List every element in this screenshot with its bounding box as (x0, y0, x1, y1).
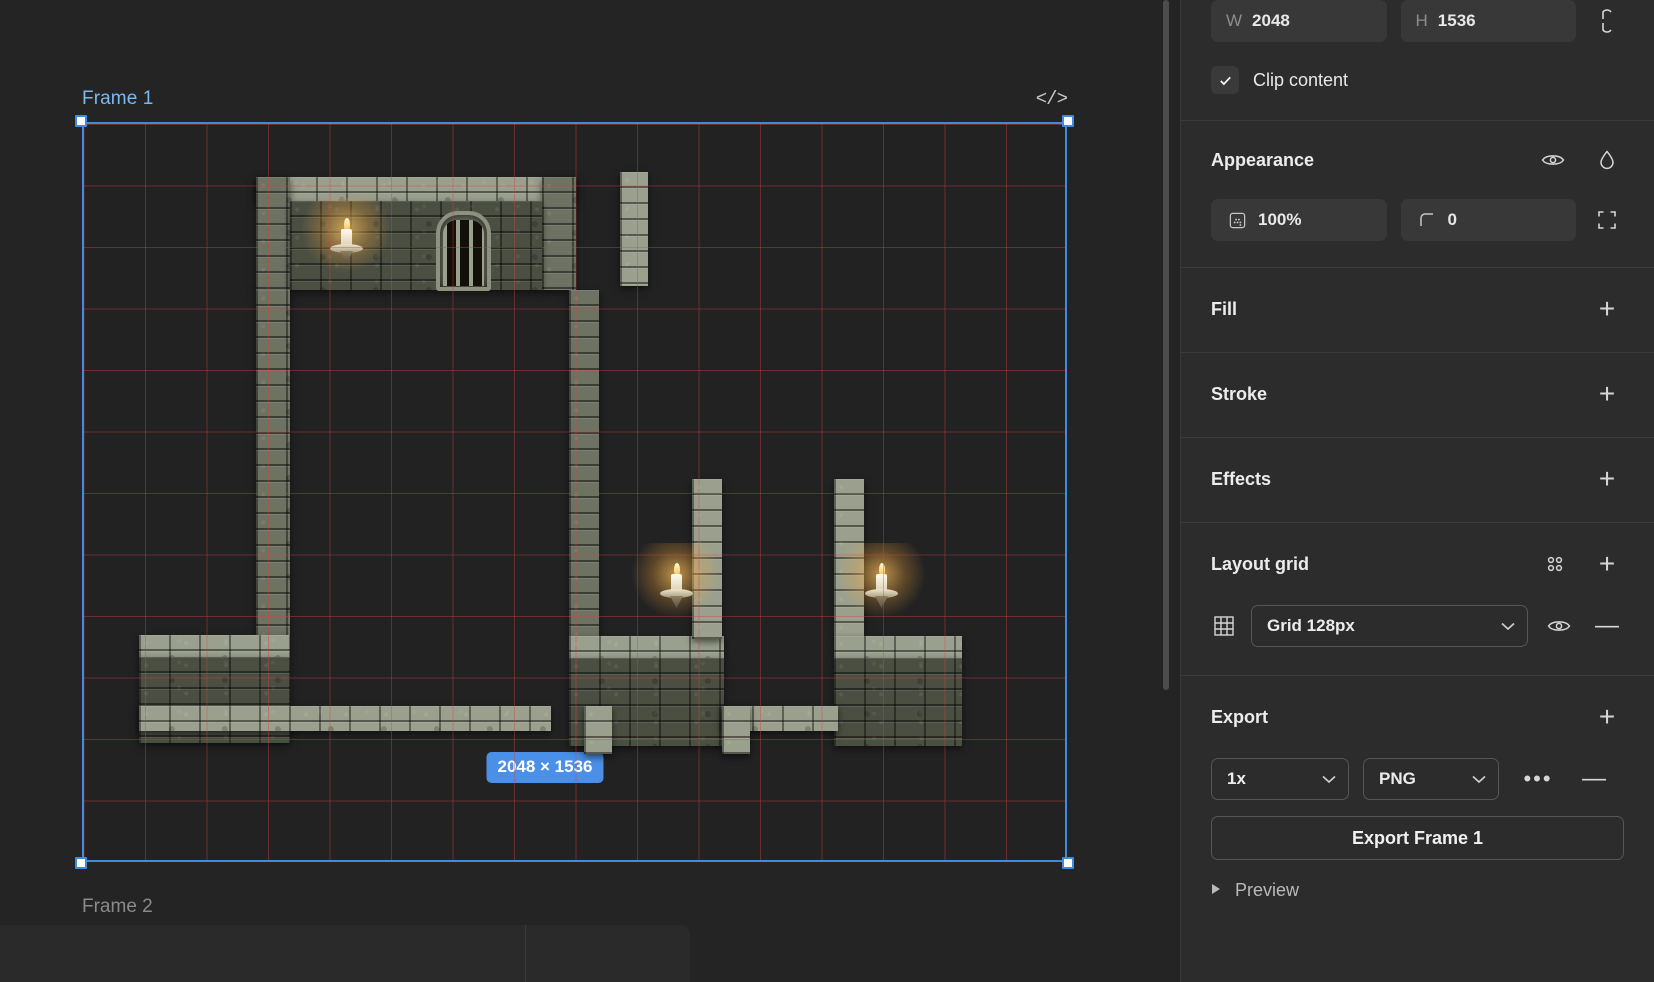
wall-segment (569, 636, 724, 658)
chevron-down-icon (1472, 772, 1486, 787)
eye-icon[interactable] (1536, 143, 1570, 177)
wall-segment (139, 635, 290, 657)
add-layout-grid-button[interactable]: + (1590, 547, 1624, 581)
panel-scrollbar-thumb[interactable] (1163, 0, 1169, 690)
design-tool-window: Frame 1 </> 2048 × 1536 Frame 2 W 2048 H… (0, 0, 1654, 982)
wall-segment (256, 290, 290, 635)
export-frame-button[interactable]: Export Frame 1 (1211, 816, 1624, 860)
triangle-right-icon (1211, 883, 1221, 898)
resize-handle-top-right[interactable] (1062, 115, 1074, 127)
corner-radius-field[interactable]: 0 (1400, 199, 1576, 241)
frame-2-body[interactable] (0, 925, 690, 982)
wall-segment (834, 658, 962, 746)
add-fill-button[interactable]: + (1590, 292, 1624, 326)
opacity-value: 100% (1258, 210, 1302, 229)
add-stroke-button[interactable]: + (1590, 377, 1624, 411)
grid-type-select[interactable]: Grid 128px (1251, 605, 1528, 647)
opacity-field[interactable]: 100% (1211, 199, 1387, 241)
opacity-icon (1226, 203, 1248, 237)
code-icon[interactable]: </> (1036, 88, 1068, 110)
wall-segment (722, 706, 750, 754)
candle-light (837, 543, 925, 617)
export-frame-button-label: Export Frame 1 (1351, 827, 1484, 848)
export-scale-value: 1x (1227, 769, 1246, 788)
wall-segment (620, 172, 648, 286)
link-proportions-icon[interactable] (1590, 4, 1624, 38)
stroke-title: Stroke (1211, 383, 1268, 404)
height-value: 1536 (1437, 11, 1476, 30)
height-field[interactable]: H 1536 (1400, 0, 1576, 42)
panel-scrollbar[interactable] (1163, 0, 1169, 982)
width-field[interactable]: W 2048 (1211, 0, 1387, 42)
export-format-select[interactable]: PNG (1363, 758, 1499, 800)
dungeon-map-artwork (84, 124, 1065, 860)
export-title: Export (1211, 706, 1269, 727)
layout-grid-title: Layout grid (1211, 553, 1309, 574)
frame-1-body[interactable] (82, 122, 1067, 862)
toggle-grid-visibility-icon[interactable] (1542, 609, 1576, 643)
chevron-down-icon (1501, 619, 1515, 634)
frame-2-label[interactable]: Frame 2 (82, 896, 153, 918)
grid-type-value: Grid 128px (1267, 616, 1355, 635)
frame-1[interactable]: Frame 1 </> (75, 88, 1074, 869)
export-format-value: PNG (1379, 769, 1416, 788)
corner-radius-value: 0 (1447, 210, 1457, 229)
width-label: W (1226, 11, 1243, 30)
barred-gate (436, 211, 491, 291)
candle-light (302, 198, 390, 272)
clip-content-label: Clip content (1253, 69, 1349, 90)
wall-segment (139, 706, 551, 731)
candle-light (632, 543, 720, 617)
properties-panel: W 2048 H 1536 Clip content Appearance 10… (1163, 0, 1654, 982)
ellipsis-icon[interactable]: ••• (1521, 762, 1555, 796)
blend-mode-icon[interactable] (1590, 143, 1624, 177)
effects-title: Effects (1211, 468, 1272, 489)
fill-section: Fill + (1181, 268, 1654, 353)
frame-1-label[interactable]: Frame 1 (82, 88, 153, 110)
clip-content-checkbox[interactable] (1211, 66, 1239, 94)
wall-segment (542, 177, 576, 290)
four-dots-icon[interactable] (1538, 547, 1572, 581)
layout-grid-section: Layout grid + Grid 128px — (1181, 523, 1654, 676)
independent-corners-icon[interactable] (1590, 203, 1624, 237)
frame-2-divider (525, 925, 526, 982)
remove-layout-grid-button[interactable]: — (1590, 609, 1624, 643)
preview-label: Preview (1235, 880, 1300, 900)
wall-segment (834, 636, 962, 658)
fill-title: Fill (1211, 298, 1237, 319)
remove-export-button[interactable]: — (1577, 762, 1611, 796)
chevron-down-icon (1322, 772, 1336, 787)
effects-section: Effects + (1181, 438, 1654, 523)
height-label: H (1415, 11, 1428, 30)
export-scale-select[interactable]: 1x (1211, 758, 1349, 800)
wall-segment (256, 177, 290, 290)
corner-radius-icon (1416, 203, 1438, 237)
resize-handle-top-left[interactable] (75, 115, 87, 127)
appearance-title: Appearance (1211, 149, 1315, 170)
stroke-section: Stroke + (1181, 353, 1654, 438)
canvas-viewport[interactable]: Frame 1 </> 2048 × 1536 Frame 2 (0, 0, 1180, 982)
add-export-button[interactable]: + (1590, 700, 1624, 734)
add-effect-button[interactable]: + (1590, 462, 1624, 496)
size-section: W 2048 H 1536 Clip content (1181, 0, 1654, 121)
wall-segment (569, 290, 599, 636)
preview-disclosure[interactable]: Preview (1181, 866, 1654, 901)
width-value: 2048 (1252, 11, 1290, 30)
resize-handle-bottom-right[interactable] (1062, 857, 1074, 869)
wall-segment (584, 706, 612, 754)
grid-icon[interactable] (1211, 609, 1237, 643)
resize-handle-bottom-left[interactable] (75, 857, 87, 869)
export-section: Export + 1x PNG ••• — Export Frame 1 (1181, 676, 1654, 866)
appearance-section: Appearance 100% 0 (1181, 121, 1654, 268)
